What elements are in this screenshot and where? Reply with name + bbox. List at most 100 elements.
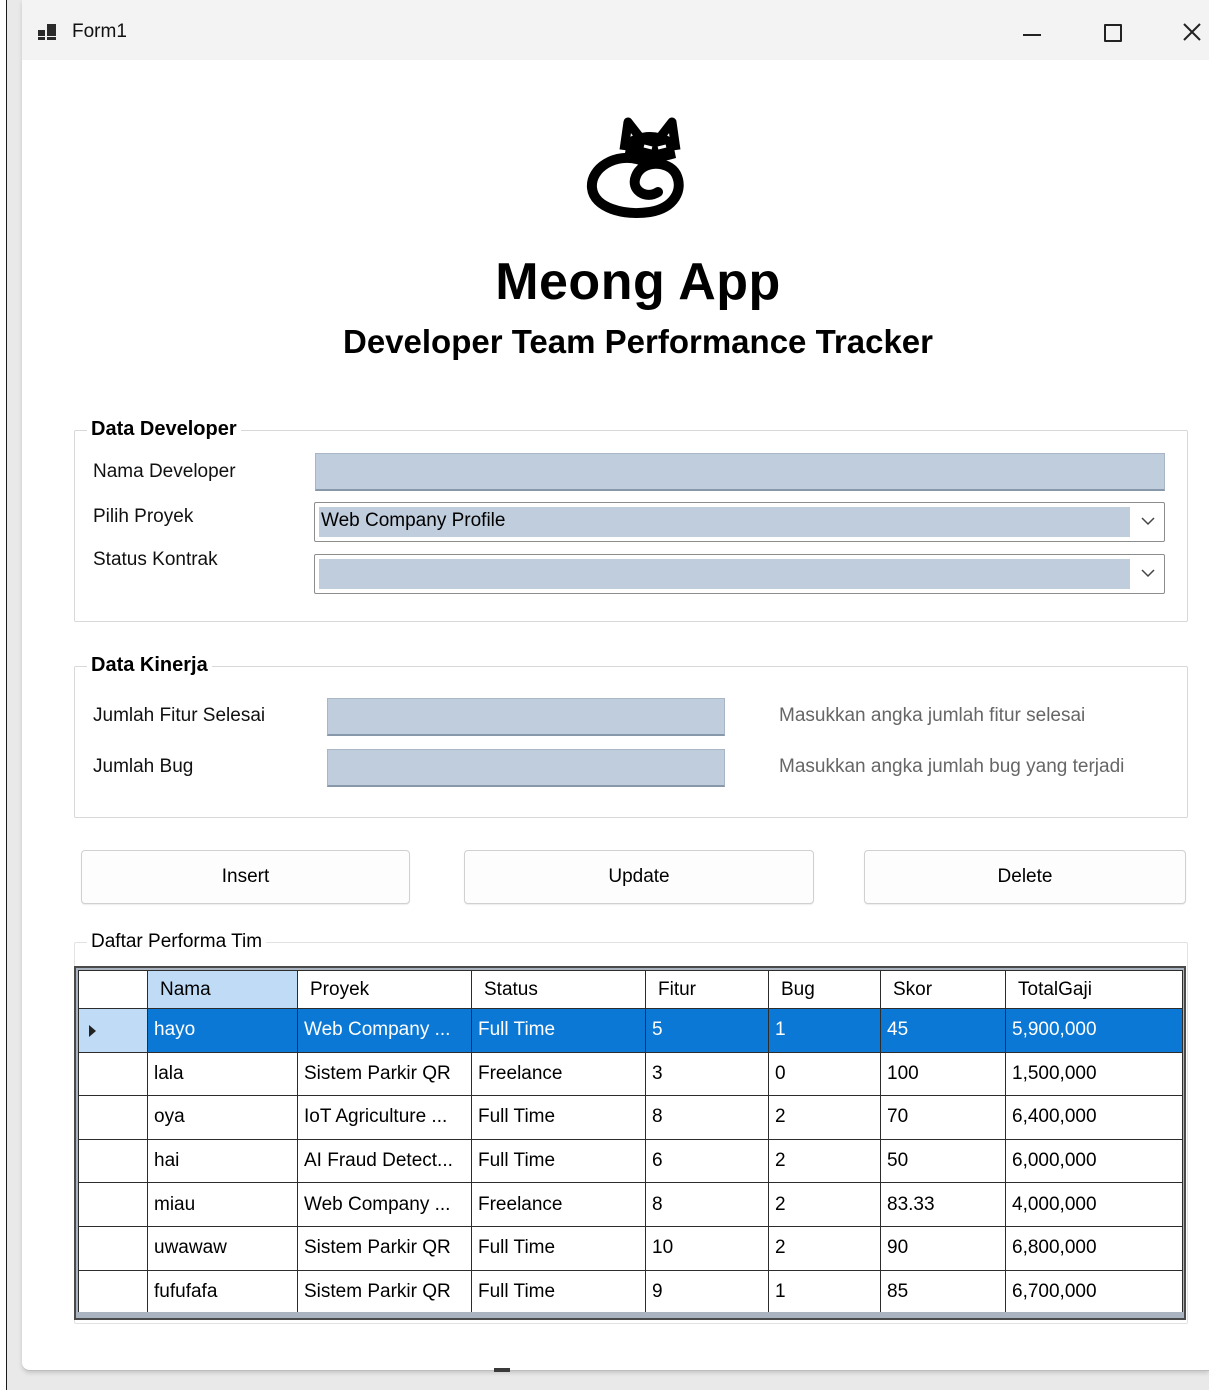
cell-skor[interactable]: 85 [880,1269,1006,1315]
app-subtitle: Developer Team Performance Tracker [342,323,934,360]
cell-fitur[interactable]: 8 [645,1095,769,1140]
row-header[interactable] [78,1182,148,1227]
cell-bug[interactable]: 1 [768,1269,881,1315]
cell-fitur[interactable]: 10 [645,1225,769,1271]
cell-fitur[interactable]: 8 [645,1182,769,1227]
cell-proyek[interactable]: Web Company ... [297,1008,472,1053]
cell-status[interactable]: Full Time [471,1138,646,1184]
cell-nama[interactable]: hai [147,1138,298,1184]
table-row[interactable]: oya IoT Agriculture ... Full Time 8 2 70… [78,1095,1183,1140]
table-header-row: Nama Proyek Status Fitur Bug Skor TotalG… [78,970,1183,1009]
cell-bug[interactable]: 2 [768,1182,881,1227]
cell-status[interactable]: Full Time [471,1008,646,1053]
cell-fitur[interactable]: 9 [645,1269,769,1315]
nama-developer-input[interactable] [315,453,1165,491]
table-row[interactable]: uwawaw Sistem Parkir QR Full Time 10 2 9… [78,1225,1183,1271]
table-row[interactable]: hai AI Fraud Detect... Full Time 6 2 50 … [78,1138,1183,1184]
row-header-corner [78,970,148,1009]
cell-skor[interactable]: 45 [880,1008,1006,1053]
cell-nama[interactable]: hayo [147,1008,298,1053]
cell-nama[interactable]: miau [147,1182,298,1227]
cell-proyek[interactable]: Web Company ... [297,1182,472,1227]
jumlah-bug-input[interactable] [327,749,725,787]
form-window: Form1 Meong App Developer Team Performan… [22,0,1209,1372]
close-icon [1183,23,1201,41]
cell-skor[interactable]: 90 [880,1225,1006,1271]
form-app-icon [38,24,56,40]
background-window-edge [0,0,7,1390]
cell-proyek[interactable]: AI Fraud Detect... [297,1138,472,1184]
title-bar[interactable]: Form1 [22,0,1209,60]
column-header-nama[interactable]: Nama [147,970,298,1009]
table-row[interactable]: hayo Web Company ... Full Time 5 1 45 5,… [78,1008,1183,1053]
data-kinerja-group: Data Kinerja [74,654,1188,818]
cell-nama[interactable]: lala [147,1051,298,1097]
jumlah-bug-label: Jumlah Bug [93,756,194,777]
cell-status[interactable]: Full Time [471,1095,646,1140]
pilih-proyek-label: Pilih Proyek [93,506,194,527]
update-button[interactable]: Update [464,850,814,904]
pilih-proyek-select[interactable]: Web Company Profile [314,502,1165,542]
row-header[interactable] [78,1095,148,1140]
cell-skor[interactable]: 83.33 [880,1182,1006,1227]
row-header[interactable] [78,1269,148,1315]
cell-proyek[interactable]: Sistem Parkir QR [297,1269,472,1315]
cell-bug[interactable]: 2 [768,1095,881,1140]
status-kontrak-select[interactable] [314,554,1165,594]
row-header[interactable] [78,1225,148,1271]
cell-bug[interactable]: 0 [768,1051,881,1097]
insert-button[interactable]: Insert [81,850,410,904]
cell-status[interactable]: Full Time [471,1225,646,1271]
pilih-proyek-value: Web Company Profile [319,507,1130,537]
cell-totalgaji[interactable]: 1,500,000 [1005,1051,1183,1097]
cell-nama[interactable]: uwawaw [147,1225,298,1271]
column-header-bug[interactable]: Bug [768,970,881,1009]
cell-totalgaji[interactable]: 5,900,000 [1005,1008,1183,1053]
data-developer-title: Data Developer [87,418,241,441]
maximize-icon [1104,24,1122,42]
cell-skor[interactable]: 100 [880,1051,1006,1097]
cell-totalgaji[interactable]: 4,000,000 [1005,1182,1183,1227]
performance-data-grid[interactable]: Nama Proyek Status Fitur Bug Skor TotalG… [74,966,1186,1320]
cell-status[interactable]: Full Time [471,1269,646,1315]
data-kinerja-title: Data Kinerja [87,654,212,677]
delete-button[interactable]: Delete [864,850,1186,904]
cell-totalgaji[interactable]: 6,400,000 [1005,1095,1183,1140]
cell-proyek[interactable]: IoT Agriculture ... [297,1095,472,1140]
minimize-button[interactable] [1012,12,1052,52]
maximize-button[interactable] [1093,12,1133,52]
cell-fitur[interactable]: 6 [645,1138,769,1184]
close-button[interactable] [1172,12,1209,52]
row-header[interactable] [78,1138,148,1184]
table-row[interactable]: fufufafa Sistem Parkir QR Full Time 9 1 … [78,1269,1183,1315]
cell-bug[interactable]: 2 [768,1138,881,1184]
cell-proyek[interactable]: Sistem Parkir QR [297,1225,472,1271]
jumlah-fitur-input[interactable] [327,698,725,736]
cell-nama[interactable]: oya [147,1095,298,1140]
row-header[interactable] [78,1051,148,1097]
column-header-skor[interactable]: Skor [880,970,1006,1009]
cell-fitur[interactable]: 3 [645,1051,769,1097]
cell-totalgaji[interactable]: 6,800,000 [1005,1225,1183,1271]
row-header[interactable] [78,1008,148,1053]
cell-bug[interactable]: 2 [768,1225,881,1271]
cell-nama[interactable]: fufufafa [147,1269,298,1315]
jumlah-fitur-hint: Masukkan angka jumlah fitur selesai [779,705,1086,726]
column-header-fitur[interactable]: Fitur [645,970,769,1009]
column-header-totalgaji[interactable]: TotalGaji [1005,970,1183,1009]
cell-totalgaji[interactable]: 6,700,000 [1005,1269,1183,1315]
cell-bug[interactable]: 1 [768,1008,881,1053]
cell-proyek[interactable]: Sistem Parkir QR [297,1051,472,1097]
column-header-status[interactable]: Status [471,970,646,1009]
cell-skor[interactable]: 50 [880,1138,1006,1184]
column-header-proyek[interactable]: Proyek [297,970,472,1009]
cell-totalgaji[interactable]: 6,000,000 [1005,1138,1183,1184]
table-row[interactable]: lala Sistem Parkir QR Freelance 3 0 100 … [78,1051,1183,1097]
nama-developer-label: Nama Developer [93,461,236,482]
cell-status[interactable]: Freelance [471,1051,646,1097]
table-row[interactable]: miau Web Company ... Freelance 8 2 83.33… [78,1182,1183,1227]
cell-skor[interactable]: 70 [880,1095,1006,1140]
performance-table: Nama Proyek Status Fitur Bug Skor TotalG… [78,970,1183,1315]
cell-status[interactable]: Freelance [471,1182,646,1227]
cell-fitur[interactable]: 5 [645,1008,769,1053]
